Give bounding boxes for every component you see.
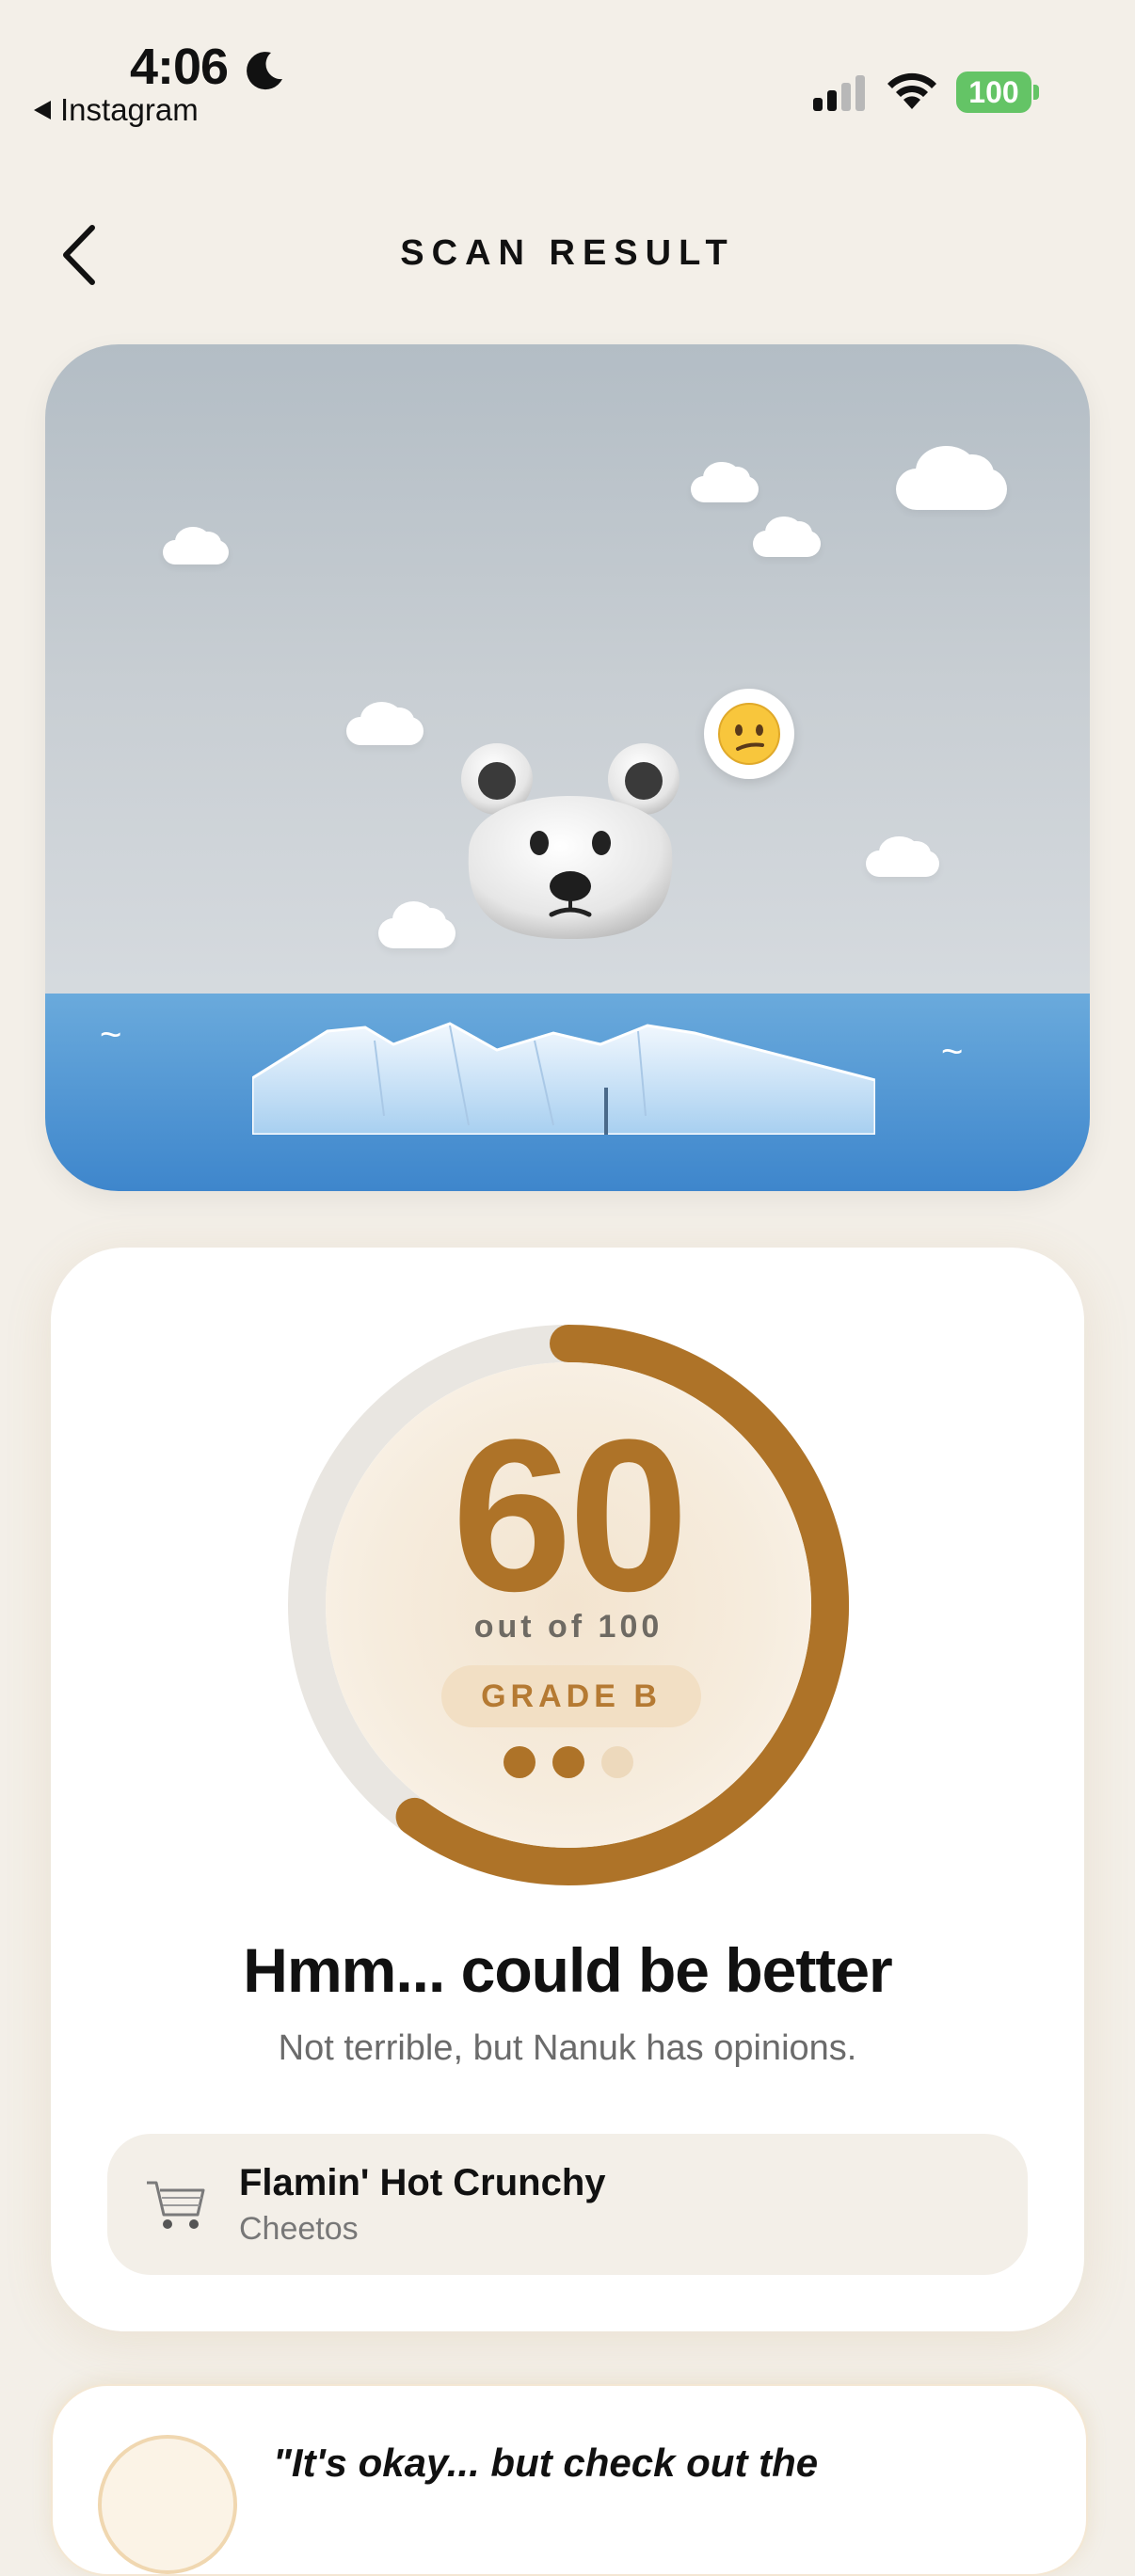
- quote-text: "It's okay... but check out the: [273, 2441, 819, 2485]
- grade-badge: GRADE B: [441, 1665, 701, 1727]
- grade-dot-empty: [601, 1746, 633, 1778]
- wifi-icon: [887, 72, 936, 109]
- status-bar: 4:06 Instagram 100: [0, 0, 1135, 141]
- grade-dot-filled: [552, 1746, 584, 1778]
- moon-icon: [247, 52, 282, 90]
- back-to-app-link[interactable]: Instagram: [34, 92, 199, 128]
- page-title: SCAN RESULT: [400, 233, 735, 273]
- polar-bear-icon: [461, 743, 679, 939]
- score-card: 60 out of 100 GRADE B Hmm... could be be…: [51, 1248, 1084, 2331]
- back-app-label: Instagram: [60, 92, 199, 127]
- cloud: [866, 835, 939, 877]
- result-headline: Hmm... could be better: [243, 1935, 892, 2005]
- cloud: [346, 701, 424, 745]
- battery-cap: [1033, 85, 1039, 100]
- iceberg-icon: [252, 1022, 875, 1135]
- cloud: [378, 901, 456, 948]
- wave-mark: ~: [941, 1031, 964, 1073]
- score-value: 60: [452, 1394, 689, 1636]
- top-nav: SCAN RESULT: [0, 198, 1135, 310]
- product-brand: Cheetos: [239, 2211, 359, 2247]
- cloud: [896, 445, 1007, 510]
- cloud: [753, 516, 821, 557]
- cellular-signal-icon: [813, 75, 865, 111]
- grade-dot-filled: [504, 1746, 536, 1778]
- sea: ~ ~: [45, 994, 1090, 1191]
- result-subline: Not terrible, but Nanuk has opinions.: [278, 2028, 857, 2068]
- product-row[interactable]: Flamin' Hot Crunchy Cheetos: [107, 2134, 1028, 2275]
- cloud: [163, 526, 229, 564]
- quote-card: "It's okay... but check out the: [51, 2384, 1088, 2576]
- score-ring: 60 out of 100 GRADE B: [286, 1323, 851, 1887]
- product-name: Flamin' Hot Crunchy: [239, 2162, 606, 2203]
- score-max-label: out of 100: [473, 1609, 663, 1645]
- avatar: [98, 2435, 237, 2574]
- shopping-cart-icon: [147, 2181, 205, 2229]
- cloud: [691, 461, 759, 502]
- back-triangle-icon: [34, 101, 51, 119]
- confused-face-icon: [718, 703, 780, 765]
- mood-bubble: [704, 689, 794, 779]
- battery-indicator: 100: [956, 72, 1031, 113]
- polar-bear-scene: ~ ~: [45, 344, 1090, 1191]
- clock-time: 4:06: [130, 39, 229, 95]
- wave-mark: ~: [100, 1014, 122, 1056]
